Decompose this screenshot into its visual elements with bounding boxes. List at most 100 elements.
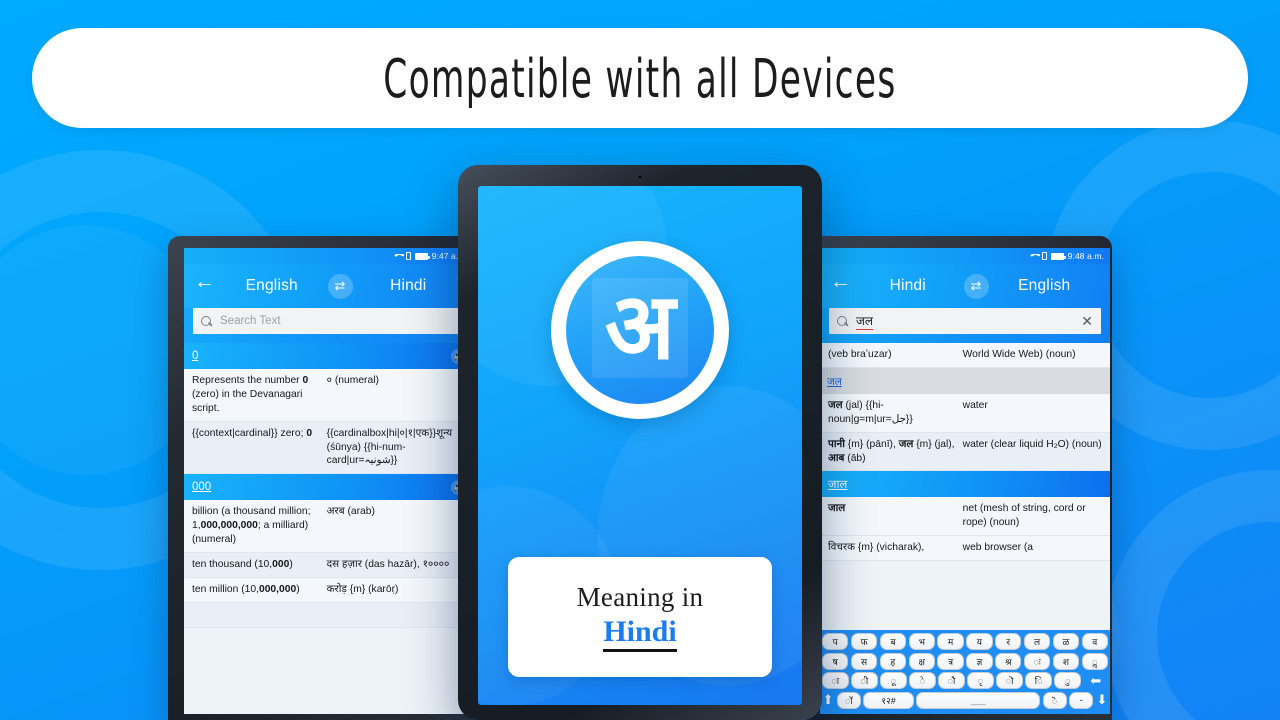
space-key[interactable]: ___ <box>916 691 1041 709</box>
headline-banner: Compatible with all Devices <box>32 28 1248 128</box>
entry-header[interactable]: 000 🔊 <box>184 474 474 501</box>
clear-search-icon[interactable]: ✕ <box>1081 314 1093 328</box>
key[interactable]: ौ <box>938 672 965 689</box>
table-row: ten thousand (10,000) दस हज़ार (das hazā… <box>184 553 474 578</box>
row-source-text: विचरक {m} (vicharak), <box>828 542 925 554</box>
source-language-label[interactable]: Hindi <box>852 277 964 295</box>
keyboard-row-3: ा ी ू े ौ ृ ॊ ि ु ⬅ <box>822 672 1108 689</box>
sim-card-icon <box>405 252 411 260</box>
key[interactable]: ा <box>822 672 849 689</box>
status-bar-left: 9:47 a.m. <box>184 248 474 264</box>
key[interactable]: ी <box>851 672 878 689</box>
poster-canvas: Compatible with all Devices 9:47 a.m. En… <box>0 0 1280 720</box>
key[interactable]: ष <box>822 652 849 670</box>
headline-text: Compatible with all Devices <box>383 46 897 110</box>
key[interactable]: ि <box>1025 672 1052 689</box>
key[interactable]: स <box>850 652 878 670</box>
tablet-center-screen: अ Meaning in Hindi <box>478 186 802 705</box>
row-source-text: billion (a thousand million; 1,000,000,0… <box>192 506 311 546</box>
key[interactable]: ह <box>879 652 907 670</box>
table-row: ten million (10,000,000) करोड़ {m} (karō… <box>184 577 474 603</box>
key[interactable]: म <box>937 633 964 650</box>
key[interactable]: ॊ <box>996 672 1023 689</box>
entry-headword: जल <box>827 375 842 388</box>
key[interactable]: े <box>909 672 936 689</box>
key[interactable]: श <box>1052 652 1080 670</box>
key[interactable]: ॉ <box>836 691 861 709</box>
back-arrow-icon[interactable] <box>194 271 216 297</box>
tablet-right: 9:48 a.m. Hindi ⇄ English जल ✕ <box>806 236 1112 720</box>
key[interactable]: क्ष <box>908 652 935 670</box>
row-source-text: {{context|cardinal}} zero; 0 <box>192 427 313 439</box>
key[interactable]: ृ <box>967 672 994 689</box>
row-target-text: water (clear liquid H₂O) (noun) <box>962 438 1102 450</box>
backspace-key[interactable]: ⬅ <box>1083 672 1108 689</box>
decor-ring-right-bottom <box>1105 470 1280 720</box>
entry-subheader[interactable]: जल <box>820 367 1110 394</box>
key[interactable]: ः <box>1023 652 1051 670</box>
table-row: पानी {m} (pānī), जल {m} (jal), आब (āb) w… <box>820 432 1110 472</box>
app-logo-glyph: अ <box>604 276 676 378</box>
results-list-right[interactable]: (veb braʼuzar) World Wide Web) (noun) जल… <box>820 343 1110 562</box>
back-arrow-icon[interactable] <box>830 271 852 297</box>
table-row: जल (jal) {{hi-noun|g=m|ur=جل}} water <box>820 393 1110 433</box>
table-row: {{context|cardinal}} zero; 0 {{cardinalb… <box>184 421 474 475</box>
search-icon <box>201 315 212 327</box>
swap-languages-icon[interactable]: ⇄ <box>327 273 353 299</box>
table-row: विचरक {m} (vicharak), web browser (a <box>820 536 1110 562</box>
row-source-text: (veb braʼuzar) <box>828 349 892 360</box>
search-input[interactable]: जल ✕ <box>829 308 1101 334</box>
entry-headword: 0 <box>192 350 199 362</box>
meaning-in-hindi-card: Meaning in Hindi <box>508 557 772 677</box>
tablet-center: अ Meaning in Hindi <box>458 165 822 720</box>
symbols-key[interactable]: १२# <box>863 691 914 709</box>
search-bar-container-right: जल ✕ <box>820 308 1110 343</box>
wifi-icon <box>393 253 402 260</box>
entry-header[interactable]: 0 🔊 <box>184 343 474 369</box>
key[interactable]: प <box>822 633 849 650</box>
row-source-text: जाल <box>828 503 846 515</box>
key[interactable]: य <box>966 633 993 650</box>
entry-header[interactable]: जाल <box>820 471 1110 498</box>
search-bar-container-left: Search Text <box>184 308 474 343</box>
shift-key[interactable]: ⬆ <box>821 691 835 709</box>
row-target-text: अरब (arab) <box>326 506 375 518</box>
key[interactable]: भ <box>908 633 935 650</box>
card-line-1: Meaning in <box>576 582 704 612</box>
key[interactable]: ज्ञ <box>966 652 993 670</box>
row-target-text: करोड़ {m} (karōṛ) <box>326 583 399 595</box>
key[interactable]: ळ <box>1052 633 1080 650</box>
keyboard-row-2: ष स ह क्ष त्र ज्ञ श्र ः श ॢ <box>822 652 1108 670</box>
row-target-text: net (mesh of string, cord or rope) (noun… <box>962 503 1086 529</box>
key[interactable]: ॢ <box>1081 652 1108 670</box>
key[interactable]: ु <box>1054 672 1081 689</box>
app-bar-right: Hindi ⇄ English <box>820 264 1110 308</box>
target-language-label[interactable]: Hindi <box>353 277 465 295</box>
key[interactable]: फ <box>850 633 878 650</box>
key[interactable]: त्र <box>937 652 964 670</box>
tablet-left: 9:47 a.m. English ⇄ Hindi Search Text <box>168 236 474 720</box>
row-target-text: दस हज़ार (das hazār), १०००० <box>326 559 450 571</box>
key[interactable]: र <box>995 633 1022 650</box>
hide-keyboard-key[interactable]: ⬇ <box>1095 691 1109 709</box>
source-language-label[interactable]: English <box>216 277 328 295</box>
key[interactable]: ॆ <box>1042 691 1067 709</box>
key[interactable]: व <box>1081 633 1108 650</box>
dictionary-app-english-hindi: 9:47 a.m. English ⇄ Hindi Search Text <box>184 248 474 714</box>
hyphen-key[interactable]: - <box>1069 691 1094 709</box>
row-source-text: ten million (10,000,000) <box>192 583 300 595</box>
search-value: जल <box>856 314 874 330</box>
key[interactable]: श्र <box>995 652 1022 670</box>
sim-card-icon <box>1041 252 1047 260</box>
swap-languages-icon[interactable]: ⇄ <box>963 273 989 299</box>
search-input[interactable]: Search Text <box>193 308 465 334</box>
table-row: Represents the number 0 (zero) in the De… <box>184 369 474 422</box>
key[interactable]: ू <box>880 672 907 689</box>
results-list-left[interactable]: 0 🔊 Represents the number 0 (zero) in th… <box>184 343 474 628</box>
search-placeholder: Search Text <box>220 315 281 327</box>
key[interactable]: ल <box>1023 633 1051 650</box>
target-language-label[interactable]: English <box>989 277 1101 295</box>
battery-icon <box>414 252 430 260</box>
devanagari-keyboard[interactable]: प फ ब भ म य र ल ळ व ष स ह क्ष त्र ज्ञ श्… <box>820 630 1110 714</box>
key[interactable]: ब <box>879 633 907 650</box>
